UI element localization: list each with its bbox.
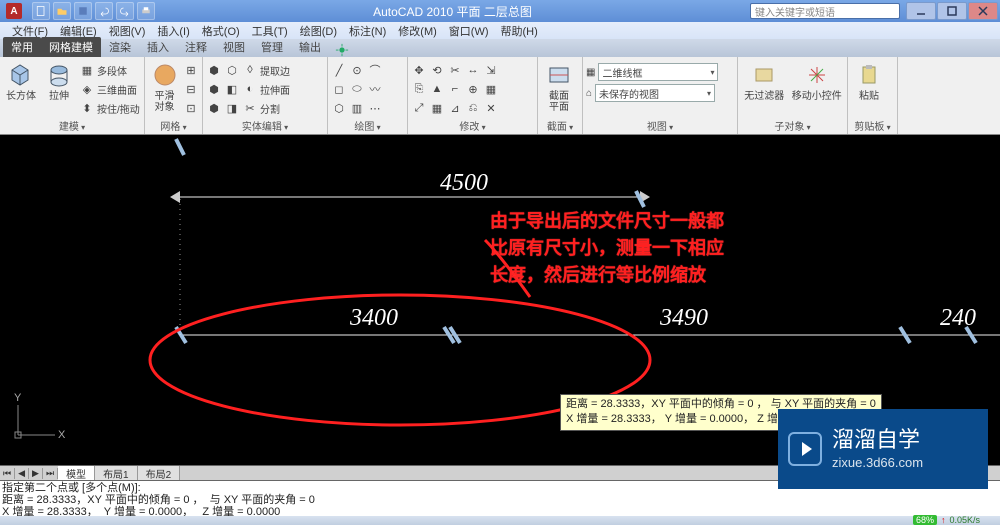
dimension-text: 4500 — [440, 170, 488, 196]
panel-jianmo: 长方体 拉伸 ▦多段体 ◈三维曲面 ⬍按住/拖动 建模 — [0, 57, 145, 134]
solid-btn[interactable]: ⬢◧◐拉伸面 — [206, 80, 290, 98]
panel-label[interactable]: 剪贴板 — [851, 117, 894, 134]
window-title: AutoCAD 2010 平面 二层总图 — [155, 3, 750, 20]
app-menu-icon[interactable]: A — [6, 3, 22, 19]
panel-jiantie: 粘贴 剪贴板 — [848, 57, 898, 134]
presspull-button[interactable]: ⬍按住/拖动 — [79, 99, 140, 117]
quick-access-toolbar — [32, 2, 155, 20]
panel-label[interactable]: 截面 — [541, 117, 579, 134]
ribbon-tab[interactable]: 常用 — [3, 37, 41, 57]
qat-save-icon[interactable] — [74, 2, 92, 20]
status-bar — [0, 516, 1000, 525]
surf3d-button[interactable]: ◈三维曲面 — [79, 80, 140, 98]
panel-xiugai: ✥⟲✂↔⇲ ⎘▲⌐⊕▦ ⤢▦⊿⎌✕ 修改 — [408, 57, 538, 134]
gizmo-button[interactable]: 移动小控件 — [790, 59, 844, 102]
panel-shitu: ▦ 二维线框▾ ⌂ 未保存的视图▾ 视图 — [583, 57, 738, 134]
ribbon-tab[interactable]: 网格建模 — [41, 37, 101, 57]
modify-btn[interactable]: ✥⟲✂↔⇲ — [411, 61, 499, 79]
qat-open-icon[interactable] — [53, 2, 71, 20]
panel-huitu: ╱⊙⌒ ◻⬭〰 ⬡▥⋯ 绘图 — [328, 57, 408, 134]
wireframe-icon: ▦ — [586, 67, 595, 78]
menu-item[interactable]: 窗口(W) — [443, 23, 495, 39]
menu-item[interactable]: 标注(N) — [343, 23, 392, 39]
ribbon-tab[interactable]: 输出 — [291, 37, 329, 57]
draw-btn[interactable]: ◻⬭〰 — [331, 80, 383, 98]
ribbon-tabs: 常用 网格建模 渲染 插入 注释 视图 管理 输出 — [0, 39, 1000, 57]
box-button[interactable]: 长方体 — [3, 59, 39, 102]
ribbon-tab[interactable]: 渲染 — [101, 37, 139, 57]
mesh-btn[interactable]: ⊡ — [183, 99, 199, 117]
panel-wangge: 平滑 对象 ⊞ ⊟ ⊡ 网格 — [145, 57, 203, 134]
annotation-text: 由于导出后的文件尺寸一般都 — [490, 208, 724, 235]
maximize-button[interactable] — [937, 2, 967, 20]
panel-jiemian: 截面 平面 截面 — [538, 57, 583, 134]
panel-label[interactable]: 实体编辑 — [206, 117, 324, 134]
qat-redo-icon[interactable] — [116, 2, 134, 20]
tab-nav-prev[interactable]: ◀ — [15, 468, 29, 479]
qat-new-icon[interactable] — [32, 2, 50, 20]
ribbon: 长方体 拉伸 ▦多段体 ◈三维曲面 ⬍按住/拖动 建模 平滑 对象 ⊞ ⊟ — [0, 57, 1000, 135]
modify-btn[interactable]: ⤢▦⊿⎌✕ — [411, 99, 499, 117]
menu-item[interactable]: 修改(M) — [392, 23, 443, 39]
panel-label[interactable]: 网格 — [148, 117, 199, 134]
panel-label[interactable]: 子对象 — [741, 117, 844, 134]
ribbon-tab[interactable]: 注释 — [177, 37, 215, 57]
ribbon-tab[interactable]: 管理 — [253, 37, 291, 57]
annotation-text: 长度，然后进行等比例缩放 — [490, 262, 724, 289]
annotation-text: 比原有尺寸小，测量一下相应 — [490, 235, 724, 262]
close-button[interactable] — [968, 2, 998, 20]
qat-print-icon[interactable] — [137, 2, 155, 20]
solid-btn[interactable]: ⬢◨✂分割 — [206, 99, 290, 117]
layout-tab[interactable]: 布局2 — [138, 466, 181, 481]
layout-tab[interactable]: 布局1 — [95, 466, 138, 481]
dimension-text: 3400 — [349, 305, 398, 331]
saved-view-combo[interactable]: 未保存的视图▾ — [595, 84, 715, 102]
panel-label[interactable]: 绘图 — [331, 117, 404, 134]
panel-shiti: ⬢⬡◊提取边 ⬢◧◐拉伸面 ⬢◨✂分割 实体编辑 — [203, 57, 328, 134]
panel-zidui: 无过滤器 移动小控件 子对象 — [738, 57, 848, 134]
minimize-button[interactable] — [906, 2, 936, 20]
mesh-btn[interactable]: ⊟ — [183, 80, 199, 98]
view-icon: ⌂ — [586, 88, 592, 99]
tab-nav-last[interactable]: ⏭ — [43, 468, 58, 479]
modify-btn[interactable]: ⎘▲⌐⊕▦ — [411, 80, 499, 98]
menu-item[interactable]: 帮助(H) — [495, 23, 544, 39]
draw-btn[interactable]: ╱⊙⌒ — [331, 61, 383, 79]
watermark: 溜溜自学 zixue.3d66.com — [778, 409, 988, 489]
window-buttons — [906, 2, 998, 20]
svg-text:X: X — [58, 429, 66, 441]
solid-btn[interactable]: ⬢⬡◊提取边 — [206, 61, 290, 79]
dimension-text: 3490 — [659, 305, 708, 331]
visual-style-combo[interactable]: 二维线框▾ — [598, 63, 718, 81]
watermark-title: 溜溜自学 — [832, 429, 923, 451]
help-search-input[interactable]: 键入关键字或短语 — [750, 3, 900, 19]
dimension-text: 240 — [940, 305, 976, 331]
panel-label[interactable]: 建模 — [3, 117, 141, 134]
svg-text:Y: Y — [14, 392, 22, 404]
panel-label[interactable]: 视图 — [586, 117, 734, 134]
extrude-button[interactable]: 拉伸 — [41, 59, 77, 102]
ribbon-tab[interactable]: 插入 — [139, 37, 177, 57]
layout-tab[interactable]: 模型 — [58, 466, 95, 481]
tab-nav-next[interactable]: ▶ — [29, 468, 43, 479]
gear-icon[interactable] — [335, 43, 349, 57]
tab-nav-first[interactable]: ⏮ — [0, 468, 15, 479]
paste-button[interactable]: 粘贴 — [851, 59, 887, 102]
polysolid-button[interactable]: ▦多段体 — [79, 61, 140, 79]
title-bar: A AutoCAD 2010 平面 二层总图 键入关键字或短语 — [0, 0, 1000, 22]
nofilter-button[interactable]: 无过滤器 — [741, 59, 788, 102]
section-button[interactable]: 截面 平面 — [541, 59, 577, 113]
panel-label[interactable]: 修改 — [411, 117, 534, 134]
smooth-button[interactable]: 平滑 对象 — [148, 59, 181, 113]
ribbon-tab[interactable]: 视图 — [215, 37, 253, 57]
draw-btn[interactable]: ⬡▥⋯ — [331, 99, 383, 117]
watermark-url: zixue.3d66.com — [832, 455, 923, 470]
play-icon — [788, 432, 822, 466]
net-indicator: 68% ↑0.05K/s — [913, 515, 980, 525]
qat-undo-icon[interactable] — [95, 2, 113, 20]
mesh-btn[interactable]: ⊞ — [183, 61, 199, 79]
